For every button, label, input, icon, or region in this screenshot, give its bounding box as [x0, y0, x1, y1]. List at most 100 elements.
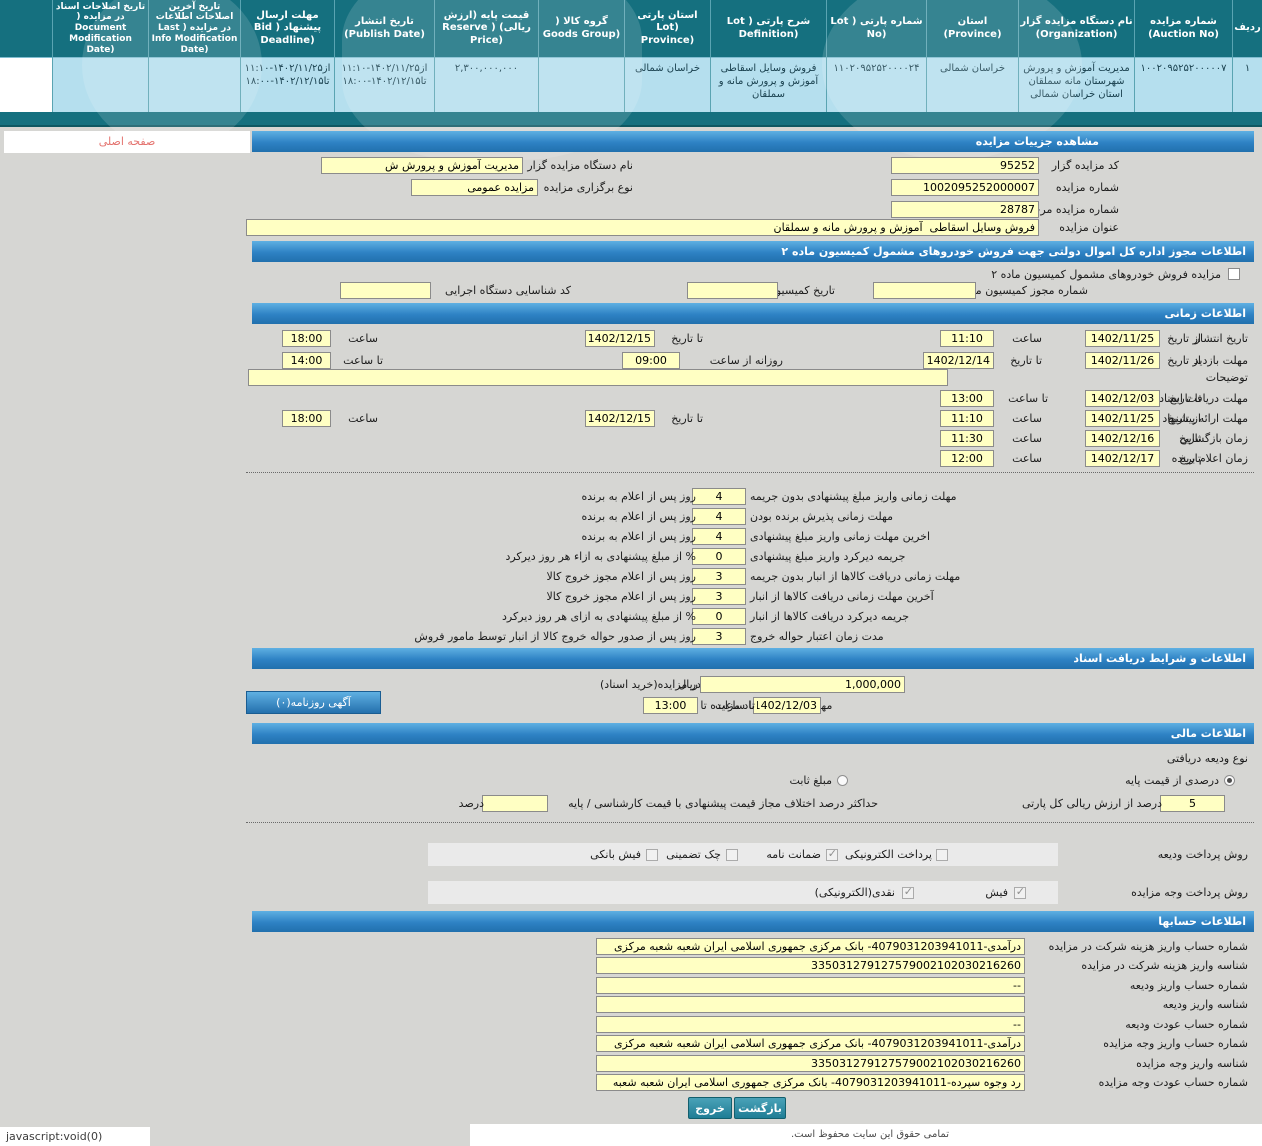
from-date-label: از تاریخ	[1167, 354, 1201, 367]
visit-daily-time-input[interactable]	[622, 352, 680, 369]
checkbox-label: ضمانت نامه	[766, 848, 821, 861]
penalty-suffix: روز پس از صدور حواله خروج کالا از انبار …	[414, 630, 696, 643]
publish-from-date-input[interactable]	[1085, 330, 1160, 347]
max-diff-label: حداکثر درصد اختلاف مجاز قیمت پیشنهادی با…	[568, 797, 878, 810]
penalty-suffix: روز پس از اعلام مجوز خروج کالا	[546, 570, 697, 583]
doc-deadline-time-input[interactable]	[940, 390, 994, 407]
col-lot-province: استان پارتی (Lot (Province خراسان شمالی	[624, 0, 710, 112]
account-input[interactable]	[596, 1055, 1025, 1072]
account-input[interactable]	[596, 1035, 1025, 1052]
row-guzar-code: کد مزایده گزار نام دستگاه مزایده گزار	[246, 157, 1254, 177]
row-doc-receive-deadline: مهلت دریافت اسناد مزایده تا تاریخ تا ساع…	[246, 697, 1254, 717]
winner-date-input[interactable]	[1085, 450, 1160, 467]
penalty-input[interactable]	[692, 508, 746, 525]
deposit-method-label: روش پرداخت ودیعه	[1157, 848, 1248, 861]
penalty-row: اخرین مهلت زمانی واریز مبلغ پیشنهادی روز…	[246, 528, 1254, 548]
section-view-auction-details: مشاهده جزییات مزایده	[252, 131, 1254, 152]
home-link[interactable]: صفحه اصلی	[4, 131, 250, 153]
penalty-input[interactable]	[692, 568, 746, 585]
newspaper-ad-button[interactable]: آگهی روزنامه(۰)	[246, 691, 381, 714]
max-diff-input[interactable]	[482, 795, 548, 812]
winner-time-input[interactable]	[940, 450, 994, 467]
checkbox-label: چک تضمینی	[666, 848, 721, 861]
from-date-label: از تاریخ	[1167, 332, 1201, 345]
checkbox-label: پرداخت الکترونیکی	[845, 848, 932, 861]
publish-from-time-input[interactable]	[940, 330, 994, 347]
auction-title-label: عنوان مزایده	[1059, 221, 1119, 234]
bid-from-time-input[interactable]	[940, 410, 994, 427]
org-name-input[interactable]	[321, 157, 523, 174]
publish-to-time-input[interactable]	[282, 330, 331, 347]
hour-label: ساعت	[348, 332, 378, 345]
bid-to-time-input[interactable]	[282, 410, 331, 427]
account-input[interactable]	[596, 938, 1025, 955]
radio-percent-of-base[interactable]	[1224, 775, 1235, 786]
bid-from-date-input[interactable]	[1085, 410, 1160, 427]
account-input[interactable]	[596, 996, 1025, 1013]
visit-until-time-input[interactable]	[282, 352, 331, 369]
to-date-label: تا تاریخ	[1010, 354, 1042, 367]
account-row: شماره حساب واریز ودیعه	[246, 977, 1254, 997]
org-name-label: نام دستگاه مزایده گزار	[527, 159, 633, 172]
doc-receive-date-input[interactable]	[753, 697, 821, 714]
hour-label: ساعت	[348, 412, 378, 425]
col-province: استان (Province) خراسان شمالی	[926, 0, 1018, 112]
visit-from-date-input[interactable]	[1085, 352, 1160, 369]
doc-receive-time-input[interactable]	[643, 697, 698, 714]
opening-time-input[interactable]	[940, 430, 994, 447]
cell-province: خراسان شمالی	[927, 57, 1018, 112]
auction-no-input[interactable]	[891, 179, 1039, 196]
exit-button[interactable]: خروج	[688, 1097, 732, 1119]
auction-title-input[interactable]	[246, 219, 1039, 236]
account-row: شناسه واریز ودیعه	[246, 996, 1254, 1016]
opening-date-input[interactable]	[1085, 430, 1160, 447]
guzar-code-input[interactable]	[891, 157, 1039, 174]
cell-goods-group	[539, 57, 624, 112]
fee-input[interactable]	[700, 676, 905, 693]
row-deposit-type: نوع ودیعه دریافتی	[246, 750, 1254, 770]
holding-type-label: نوع برگزاری مزایده	[543, 181, 633, 194]
account-input[interactable]	[596, 1074, 1025, 1091]
account-input[interactable]	[596, 1016, 1025, 1033]
penalty-row: مهلت زمانی واریز مبلغ پیشنهادی بدون جریم…	[246, 488, 1254, 508]
checkbox-electronic-payment[interactable]	[936, 849, 948, 861]
deposit-percent-label: درصد از ارزش ریالی کل پارتی	[1021, 797, 1162, 810]
cell-bid-deadline: از۱۴۰۲/۱۱/۲۵-۱۱:۱۰ تا۱۴۰۲/۱۲/۱۵-۱۸:۰۰	[241, 57, 334, 112]
penalty-input[interactable]	[692, 528, 746, 545]
ref-no-input[interactable]	[891, 201, 1039, 218]
checkbox-cash-electronic[interactable]	[902, 885, 914, 899]
penalty-input[interactable]	[692, 608, 746, 625]
penalty-input[interactable]	[692, 488, 746, 505]
penalty-input[interactable]	[692, 628, 746, 645]
permit-no-input[interactable]	[873, 282, 976, 299]
back-button[interactable]: بازگشت	[734, 1097, 786, 1119]
account-input[interactable]	[596, 957, 1025, 974]
checkbox-bank-slip[interactable]	[646, 849, 658, 861]
status-bar-link: javascript:void(0)	[0, 1127, 150, 1146]
notes-input[interactable]	[248, 369, 948, 386]
visit-to-date-input[interactable]	[923, 352, 994, 369]
checkbox-guarantee-letter[interactable]	[826, 847, 838, 861]
col-auction-no: شماره مزایده (Auction No) ۱۰۰۲۰۹۵۲۵۲۰۰۰۰۰…	[1134, 0, 1232, 112]
agency-code-input[interactable]	[340, 282, 431, 299]
deposit-percent-input[interactable]	[1160, 795, 1225, 812]
account-input[interactable]	[596, 977, 1025, 994]
account-label: شناسه واریز ودیعه	[1162, 998, 1248, 1011]
article2-checkbox[interactable]	[1228, 268, 1240, 280]
commission-date-input[interactable]	[687, 282, 778, 299]
bid-to-date-input[interactable]	[585, 410, 655, 427]
publish-to-date-input[interactable]	[585, 330, 655, 347]
checkbox-fish[interactable]	[1014, 885, 1026, 899]
radio-fixed-amount[interactable]	[837, 775, 848, 786]
penalty-label: مهلت زمانی پذیرش برنده بودن	[750, 510, 894, 523]
col-bid-deadline: مهلت ارسال پیشنهاد ( Bid (Deadline از۱۴۰۲…	[240, 0, 334, 112]
penalty-input[interactable]	[692, 588, 746, 605]
account-row: شناسه واریز وجه مزایده	[246, 1055, 1254, 1075]
penalty-row: جریمه دیرکرد دریافت کالاها از انبار % از…	[246, 608, 1254, 628]
holding-type-input[interactable]	[411, 179, 538, 196]
agency-code-label: کد شناسایی دستگاه اجرایی	[444, 284, 571, 297]
doc-deadline-date-input[interactable]	[1085, 390, 1160, 407]
checkbox-certified-cheque[interactable]	[726, 849, 738, 861]
penalty-input[interactable]	[692, 548, 746, 565]
copyright-footer: تمامی حقوق این سایت محفوظ است.	[470, 1124, 1262, 1146]
